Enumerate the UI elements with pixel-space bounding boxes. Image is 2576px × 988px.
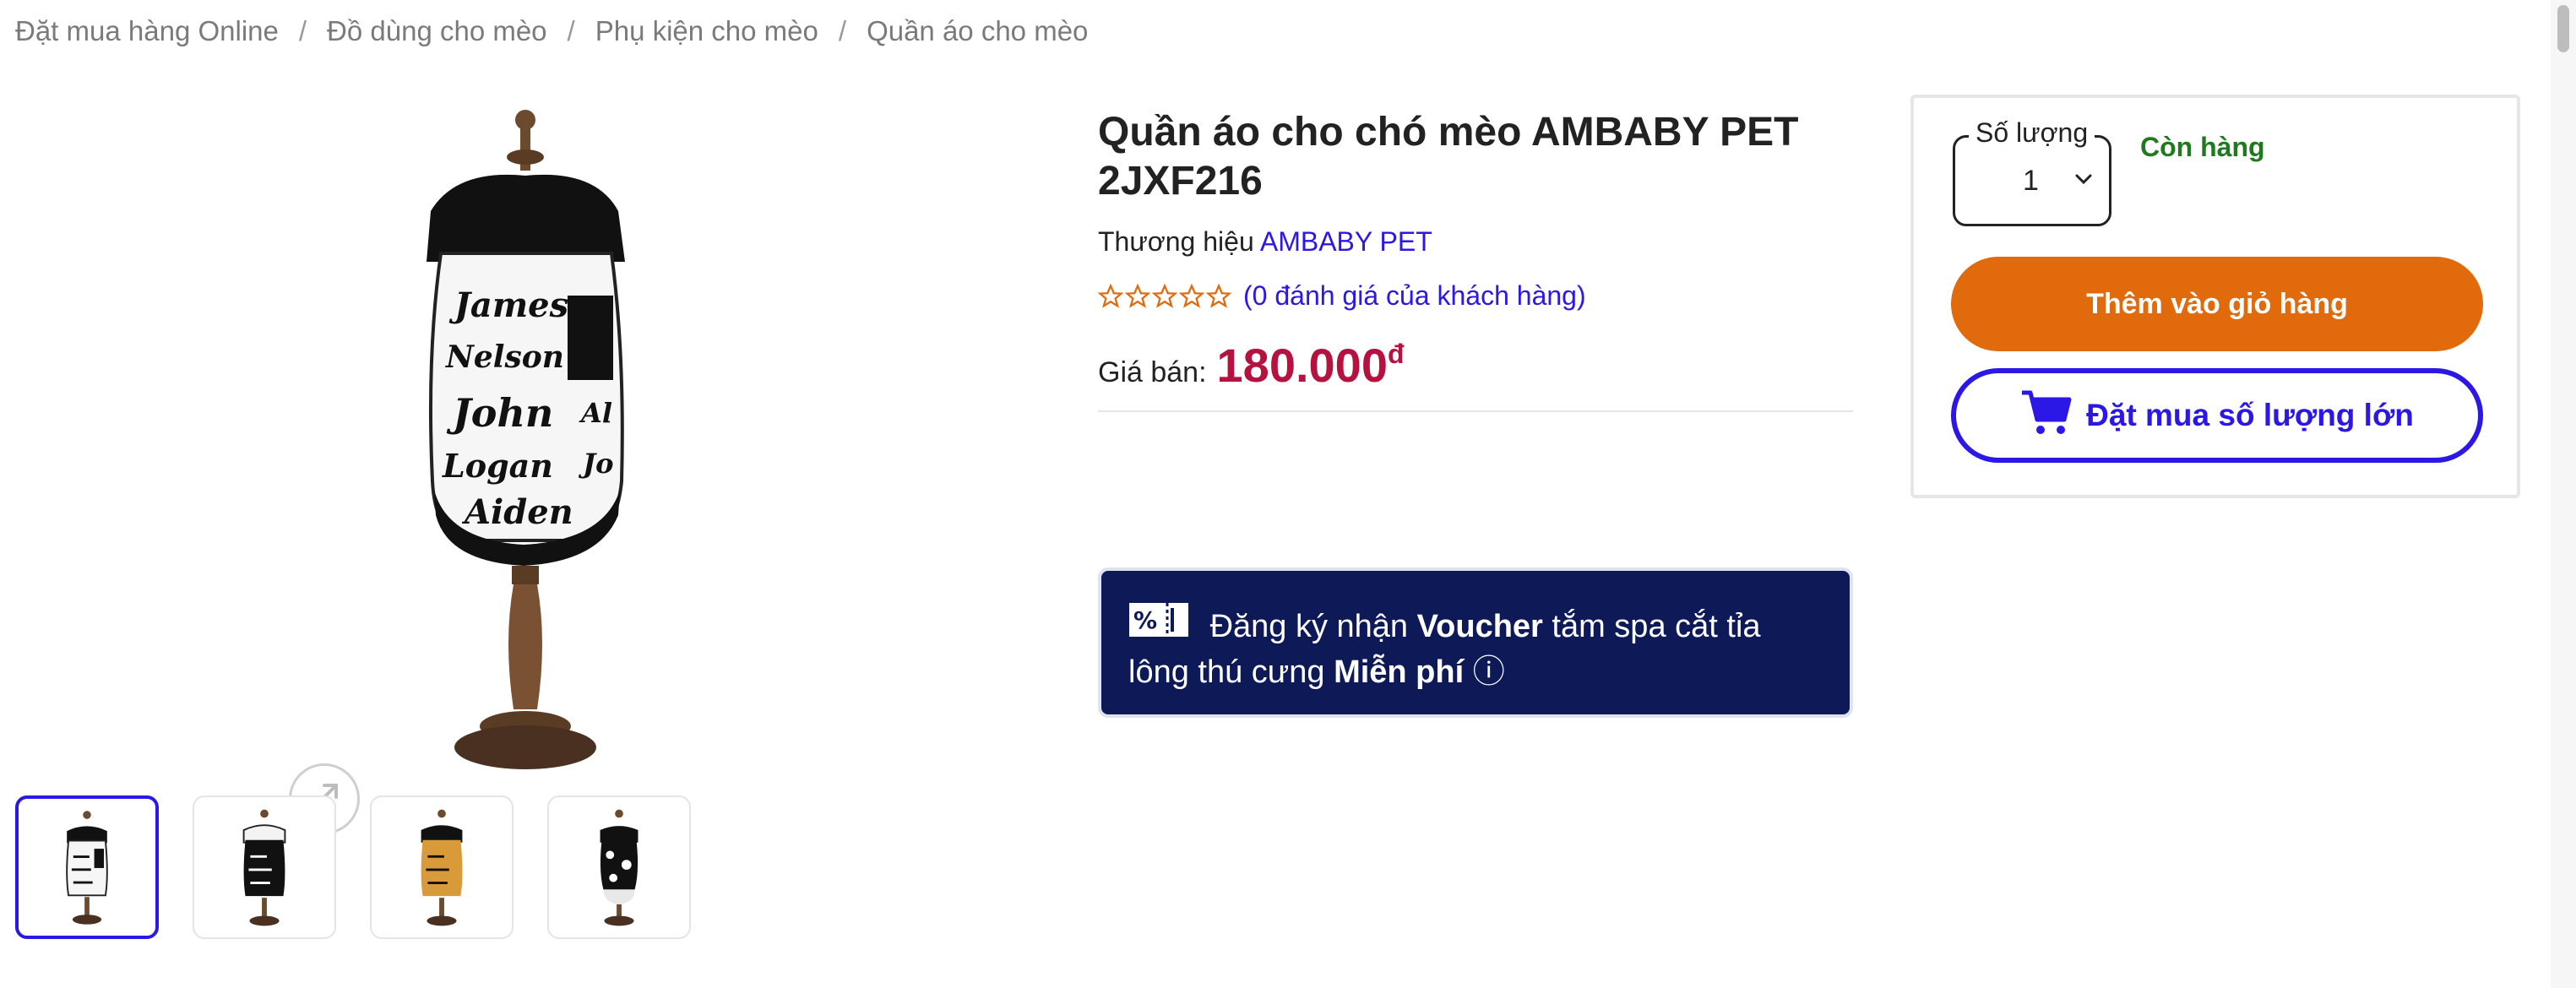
breadcrumb-item-cat-supplies[interactable]: Đồ dùng cho mèo [327, 15, 547, 47]
bulk-order-button[interactable]: Đặt mua số lượng lớn [1951, 368, 2483, 463]
cart-icon [2020, 388, 2073, 444]
bulk-order-label: Đặt mua số lượng lớn [2086, 398, 2414, 432]
voucher-banner[interactable]: % Đăng ký nhận Voucher tắm spa cắt tỉa l… [1098, 567, 1853, 718]
breadcrumb-item-cat-clothes[interactable]: Quần áo cho mèo [867, 15, 1088, 47]
svg-text:John: John [446, 390, 553, 436]
svg-text:Nelson: Nelson [445, 339, 564, 375]
breadcrumb-item-online-shop[interactable]: Đặt mua hàng Online [15, 15, 279, 47]
brand-label: Thương hiệu [1098, 226, 1254, 257]
svg-text:Aiden: Aiden [461, 492, 573, 532]
star-outline-icon [1179, 283, 1204, 308]
star-rating [1098, 283, 1231, 309]
star-outline-icon [1206, 283, 1231, 308]
svg-text:Logan: Logan [442, 447, 553, 485]
product-main-image[interactable]: James Nelson John Logan Aiden Al Jo [253, 84, 802, 834]
product-brand: Thương hiệu AMBABY PET [1098, 226, 1432, 258]
buy-box: Số lượng 1 Còn hàng Thêm vào giỏ hàng Đặ… [1910, 95, 2520, 498]
add-to-cart-label: Thêm vào giỏ hàng [2086, 287, 2348, 320]
thumbnail-2[interactable] [193, 795, 336, 939]
breadcrumb: Đặt mua hàng Online / Đồ dùng cho mèo / … [15, 15, 1088, 47]
stock-status: Còn hàng [2140, 132, 2265, 162]
vertical-scrollbar[interactable] [2551, 0, 2576, 988]
voucher-text-bold-2: Miễn phí [1334, 654, 1465, 690]
svg-text:Jo: Jo [578, 448, 613, 480]
scrollbar-thumb[interactable] [2557, 5, 2569, 52]
voucher-text-bold-1: Voucher [1416, 609, 1543, 645]
svg-text:Al: Al [579, 397, 612, 429]
review-count-link[interactable]: (0 đánh giá của khách hàng) [1243, 280, 1586, 312]
info-icon[interactable]: ⓘ [1473, 654, 1505, 690]
star-outline-icon [1125, 283, 1150, 308]
brand-link[interactable]: AMBABY PET [1260, 226, 1432, 257]
svg-text:%: % [1133, 606, 1157, 634]
breadcrumb-item-cat-accessories[interactable]: Phụ kiện cho mèo [595, 15, 818, 47]
breadcrumb-separator: / [567, 15, 575, 46]
product-rating: (0 đánh giá của khách hàng) [1098, 280, 1586, 312]
price-currency: đ [1387, 339, 1405, 369]
add-to-cart-button[interactable]: Thêm vào giỏ hàng [1951, 257, 2483, 351]
star-outline-icon [1152, 283, 1177, 308]
quantity-select[interactable]: Số lượng 1 [1953, 117, 2111, 226]
thumbnail-1[interactable] [15, 795, 159, 939]
thumbnail-4[interactable] [547, 795, 691, 939]
quantity-label: Số lượng [1969, 117, 2095, 149]
svg-text:James: James [448, 285, 568, 325]
chevron-down-icon [2073, 171, 2094, 191]
price-value: 180.000 [1216, 339, 1388, 392]
breadcrumb-separator: / [298, 15, 307, 46]
quantity-value: 1 [2023, 165, 2039, 197]
divider [1098, 410, 1853, 412]
price-label: Giá bán: [1098, 356, 1207, 388]
breadcrumb-separator: / [838, 15, 847, 46]
product-title: Quần áo cho chó mèo AMBABY PET 2JXF216 [1098, 110, 1799, 204]
voucher-text-1: Đăng ký nhận [1209, 609, 1409, 645]
product-price: Giá bán: 180.000 đ [1098, 338, 1405, 393]
percent-ticket-icon: % [1128, 601, 1189, 649]
thumbnail-3[interactable] [370, 795, 514, 939]
star-outline-icon [1098, 283, 1123, 308]
